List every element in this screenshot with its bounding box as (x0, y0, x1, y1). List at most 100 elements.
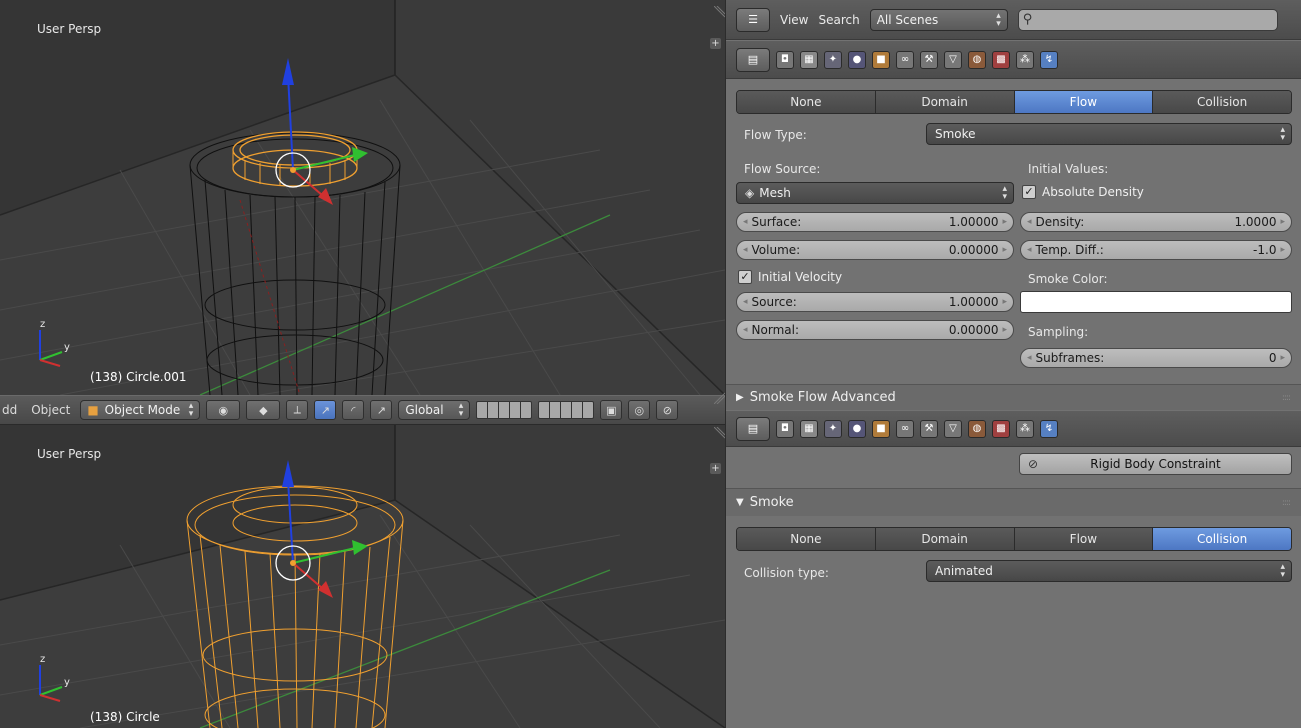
snap-button[interactable]: ⊘ (656, 400, 679, 420)
search-input[interactable]: ⚲ (1017, 8, 1278, 31)
particles-tab-icon[interactable]: ⁂ (1016, 50, 1034, 69)
physics-tab-icon[interactable]: ↯ (1040, 50, 1058, 69)
modifiers-tab-icon[interactable]: ⚒ (920, 419, 938, 438)
object-tab-icon[interactable]: ■ (872, 419, 890, 438)
tab-domain[interactable]: Domain (875, 528, 1015, 550)
flow-source-dropdown[interactable]: ◈ Mesh ▴ ▾ (736, 182, 1014, 204)
tab-flow[interactable]: Flow (1014, 91, 1154, 113)
surface-label: Surface: (751, 215, 802, 229)
rigid-body-constraint-button[interactable]: ⊘ Rigid Body Constraint (1019, 453, 1292, 475)
dropdown-arrows-icon: ▴ ▾ (996, 10, 1001, 29)
subframes-field[interactable]: ◂ Subframes: 0 ▸ (1020, 348, 1292, 368)
initial-values-label: Initial Values: (1028, 162, 1109, 176)
properties-editor-type-button[interactable]: ▤ (736, 47, 770, 72)
viewport-bottom-plus-icon[interactable]: + (710, 463, 721, 474)
world-tab-icon[interactable]: ● (848, 50, 866, 69)
constraints-tab-icon[interactable]: ∞ (896, 50, 914, 69)
layers-group-2[interactable] (538, 401, 595, 419)
orientation-dropdown[interactable]: Global ▴ ▾ (398, 400, 471, 420)
mode-dropdown[interactable]: ■ Object Mode ▴ ▾ (80, 400, 201, 420)
viewport-top-object-name: (138) Circle.001 (90, 370, 187, 384)
particles-tab-icon[interactable]: ⁂ (1016, 419, 1034, 438)
density-field[interactable]: ◂ Density: 1.0000 ▸ (1020, 212, 1292, 232)
smoke-section-header[interactable]: ▼ Smoke :::: (726, 488, 1301, 516)
scale-button[interactable]: ↗ (370, 400, 393, 420)
drag-grip-icon[interactable]: :::: (1282, 393, 1291, 403)
render-layers-tab-icon[interactable]: ▦ (800, 50, 818, 69)
drag-grip-icon[interactable]: :::: (1282, 498, 1291, 508)
checkmark-icon: ✓ (738, 270, 752, 284)
flow-source-value: Mesh (759, 186, 791, 200)
temp-diff-field[interactable]: ◂ Temp. Diff.: -1.0 ▸ (1020, 240, 1292, 260)
area-split-handle-top[interactable] (714, 6, 725, 24)
manipulator-toggle[interactable]: ⟂ (286, 400, 309, 420)
menu-view[interactable]: View (780, 13, 808, 27)
surface-field[interactable]: ◂ Surface: 1.00000 ▸ (736, 212, 1014, 232)
menu-add[interactable]: dd (0, 403, 21, 417)
texture-tab-icon[interactable]: ▩ (992, 419, 1010, 438)
constraints-tab-icon[interactable]: ∞ (896, 419, 914, 438)
pivot-button[interactable]: ◆ (246, 400, 281, 420)
volume-label: Volume: (751, 243, 801, 257)
viewport-top-scene[interactable]: z y (0, 0, 725, 395)
cube-icon: ■ (87, 403, 99, 417)
absolute-density-checkbox[interactable]: ✓ Absolute Density (1022, 185, 1144, 199)
tab-collision[interactable]: Collision (1153, 528, 1291, 550)
normal-field[interactable]: ◂ Normal: 0.00000 ▸ (736, 320, 1014, 340)
modifiers-tab-icon[interactable]: ⚒ (920, 50, 938, 69)
shading-button[interactable]: ◉ (206, 400, 241, 420)
render-layers-tab-icon[interactable]: ▦ (800, 419, 818, 438)
increment-icon: ▸ (1280, 245, 1285, 255)
data-tab-icon[interactable]: ▽ (944, 50, 962, 69)
menu-object[interactable]: Object (27, 403, 74, 417)
physics-tab-icon[interactable]: ↯ (1040, 419, 1058, 438)
object-tab-icon[interactable]: ■ (872, 50, 890, 69)
viewport-bottom[interactable]: z y User Persp (138) Circle + (0, 425, 725, 728)
area-split-handle-mid[interactable] (714, 386, 725, 404)
editor-type-button[interactable]: ☰ (736, 7, 770, 32)
initial-velocity-checkbox[interactable]: ✓ Initial Velocity (738, 270, 842, 284)
tab-none[interactable]: None (737, 91, 876, 113)
area-split-handle-bottom[interactable] (714, 427, 725, 445)
tab-domain[interactable]: Domain (875, 91, 1015, 113)
tab-collision[interactable]: Collision (1153, 91, 1291, 113)
texture-tab-icon[interactable]: ▩ (992, 50, 1010, 69)
density-label: Density: (1035, 215, 1085, 229)
collision-type-dropdown[interactable]: Animated ▴ ▾ (926, 560, 1292, 582)
translate-button[interactable]: ↗ (314, 400, 337, 420)
scene-tab-icon[interactable]: ✦ (824, 50, 842, 69)
volume-field[interactable]: ◂ Volume: 0.00000 ▸ (736, 240, 1014, 260)
increment-icon: ▸ (1280, 217, 1285, 227)
rotate-button[interactable]: ◜ (342, 400, 365, 420)
layers-group-1[interactable] (476, 401, 533, 419)
mesh-icon: ◈ (745, 186, 755, 200)
source-field[interactable]: ◂ Source: 1.00000 ▸ (736, 292, 1014, 312)
world-tab-icon[interactable]: ● (848, 419, 866, 438)
surface-value: 1.00000 (948, 215, 999, 229)
lock-layers-button[interactable]: ▣ (600, 400, 623, 420)
smoke-color-swatch[interactable] (1020, 291, 1292, 313)
rotate-icon: ◜ (351, 403, 356, 417)
scene-tab-icon[interactable]: ✦ (824, 419, 842, 438)
smoke-flow-advanced-header[interactable]: ▶ Smoke Flow Advanced :::: (726, 384, 1301, 410)
viewport-top[interactable]: z y User Persp (138) Circle.001 + (0, 0, 725, 395)
subframes-label: Subframes: (1035, 351, 1105, 365)
menu-search[interactable]: Search (818, 13, 859, 27)
material-tab-icon[interactable]: ◍ (968, 50, 986, 69)
viewport-top-plus-icon[interactable]: + (710, 38, 721, 49)
tab-none[interactable]: None (737, 528, 876, 550)
render-tab-icon[interactable]: ◘ (776, 419, 794, 438)
data-tab-icon[interactable]: ▽ (944, 419, 962, 438)
tab-flow[interactable]: Flow (1014, 528, 1154, 550)
proportional-edit-button[interactable]: ◎ (628, 400, 651, 420)
dropdown-arrows-icon: ▴ ▾ (1280, 562, 1285, 580)
temp-diff-label: Temp. Diff.: (1035, 243, 1104, 257)
scene-filter-dropdown[interactable]: All Scenes ▴ ▾ (869, 8, 1008, 31)
smoke-flow-panel: None Domain Flow Collision Flow Type: Sm… (726, 80, 1301, 410)
render-tab-icon[interactable]: ◘ (776, 50, 794, 69)
viewport-bottom-scene[interactable]: z y (0, 425, 725, 728)
properties-editor-type-button-2[interactable]: ▤ (736, 416, 770, 441)
material-tab-icon[interactable]: ◍ (968, 419, 986, 438)
flow-type-dropdown[interactable]: Smoke ▴ ▾ (926, 123, 1292, 145)
sampling-label: Sampling: (1028, 325, 1089, 339)
